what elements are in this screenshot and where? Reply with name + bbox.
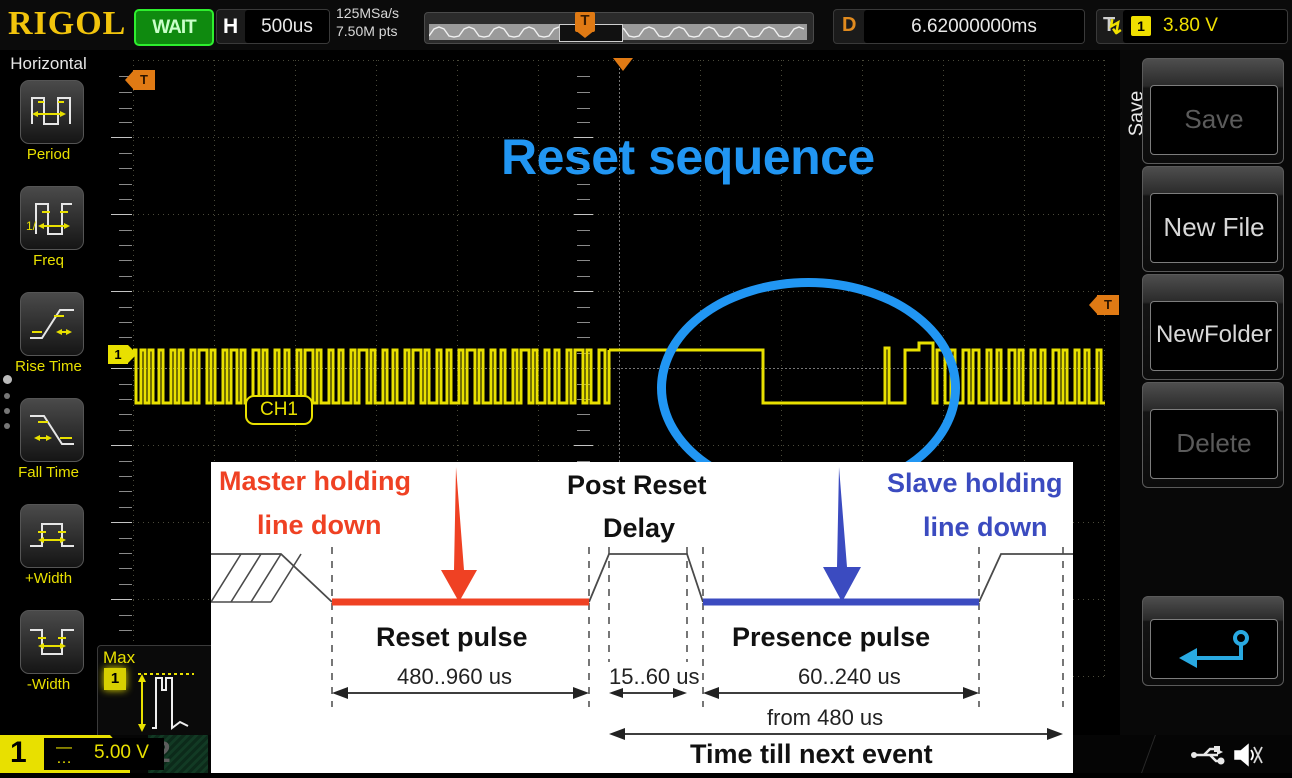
- new-folder-button-label: NewFolder: [1150, 301, 1278, 371]
- usb-icon: [1191, 746, 1225, 765]
- slave-label-line1: Slave holding: [887, 468, 1063, 498]
- annotation-title: Reset sequence: [501, 129, 875, 185]
- from-duration: from 480 us: [767, 705, 884, 730]
- sound-off-icon: [1234, 743, 1263, 767]
- channel1-settings[interactable]: —… 5.00 V: [44, 738, 164, 770]
- dc-coupling-icon: —…: [56, 739, 72, 767]
- fall-time-icon: [30, 415, 74, 445]
- scroll-dots: [3, 375, 13, 438]
- channel1-scale: 5.00 V: [94, 742, 149, 763]
- sidebar-label-period: Period: [26, 146, 71, 163]
- svg-text:1/: 1/: [26, 219, 37, 233]
- top-status-bar: RIGOL WAIT H 500us 125MSa/s 7.50M pts T …: [0, 0, 1292, 51]
- save-button[interactable]: Save: [1142, 58, 1284, 164]
- post-reset-label-line2: Delay: [603, 513, 676, 543]
- time-till-next-event-label: Time till next event: [690, 739, 933, 769]
- post-delay-duration: 15..60 us: [609, 664, 700, 689]
- back-button-face: [1150, 619, 1278, 679]
- sidebar-label-positive-width: +Width: [24, 570, 73, 587]
- master-label-line1: Master holding: [219, 466, 412, 496]
- oscilloscope-screen: RIGOL WAIT H 500us 125MSa/s 7.50M pts T …: [0, 0, 1292, 773]
- sidebar-item-positive-width[interactable]: [20, 504, 84, 568]
- negative-width-icon: [30, 629, 74, 655]
- vertical-ruler-left: [97, 60, 133, 677]
- delay-label: D: [842, 14, 857, 36]
- sidebar-label-rise-time: Rise Time: [15, 358, 82, 375]
- delay-box[interactable]: D 6.62000000ms: [833, 9, 1085, 44]
- delete-button[interactable]: Delete: [1142, 382, 1284, 488]
- delete-button-label: Delete: [1150, 409, 1278, 479]
- post-reset-label-line1: Post Reset: [567, 470, 707, 500]
- left-measure-sidebar: Horizontal Period 1/ Freq Rise Time Fall…: [0, 50, 98, 735]
- period-icon: [31, 97, 71, 125]
- sidebar-item-rise-time[interactable]: [20, 292, 84, 356]
- channel1-label[interactable]: CH1: [245, 395, 313, 425]
- new-file-button[interactable]: New File: [1142, 166, 1284, 272]
- max-measure-icon: [138, 673, 194, 732]
- horizontal-scale-box[interactable]: H 500us: [216, 9, 330, 44]
- bottom-bar-divider: [1141, 735, 1156, 773]
- slave-label-line2: line down: [923, 512, 1048, 542]
- rigol-logo: RIGOL: [8, 5, 127, 42]
- measurement-channel-badge: 1: [104, 668, 126, 690]
- memory-position-preview[interactable]: [424, 12, 814, 44]
- reset-pulse-label: Reset pulse: [376, 622, 528, 652]
- new-folder-button[interactable]: NewFolder: [1142, 274, 1284, 380]
- sidebar-item-fall-time[interactable]: [20, 398, 84, 462]
- sidebar-label-negative-width: -Width: [26, 676, 71, 693]
- measurement-mode: Max: [103, 648, 136, 667]
- trigger-position-flag: T: [575, 12, 595, 38]
- sample-rate: 125MSa/s: [336, 5, 400, 21]
- presence-pulse-duration: 60..240 us: [798, 664, 901, 689]
- master-label-line2: line down: [257, 510, 382, 540]
- presence-pulse-label: Presence pulse: [732, 622, 931, 652]
- trigger-source-badge: 1: [1131, 16, 1151, 36]
- sidebar-title: Horizontal: [10, 54, 87, 73]
- timing-diagram-svg: [210, 467, 1073, 740]
- trigger-level-value: 3.80 V: [1163, 15, 1218, 36]
- positive-width-icon: [30, 523, 74, 547]
- run-status-badge[interactable]: WAIT: [134, 9, 214, 46]
- memory-depth: 7.50M pts: [336, 23, 398, 39]
- back-button[interactable]: [1142, 596, 1284, 686]
- horizontal-scale-value: 500us: [245, 10, 329, 43]
- rising-edge-icon: ↯: [1107, 17, 1124, 39]
- delay-value: 6.62000000ms: [864, 10, 1084, 43]
- frequency-icon: 1/: [26, 203, 72, 235]
- sidebar-item-freq[interactable]: 1/: [20, 186, 84, 250]
- reset-pulse-duration: 480..960 us: [397, 664, 512, 689]
- sidebar-label-freq: Freq: [33, 252, 64, 269]
- channel1-number: 1: [10, 736, 27, 769]
- channel1-ground-marker[interactable]: 1: [108, 345, 137, 364]
- right-menu-sidebar: Save Save New File NewFolder Delete: [1120, 50, 1292, 735]
- timing-diagram-overlay: Master holding line down Post Reset Dela…: [210, 462, 1073, 773]
- sidebar-item-negative-width[interactable]: [20, 610, 84, 674]
- horizontal-label: H: [223, 15, 239, 38]
- rise-time-icon: [30, 309, 74, 339]
- new-file-button-label: New File: [1150, 193, 1278, 263]
- sidebar-item-period[interactable]: [20, 80, 84, 144]
- sidebar-label-fall-time: Fall Time: [18, 464, 79, 481]
- return-arrow-icon: [1179, 630, 1249, 668]
- save-button-label: Save: [1150, 85, 1278, 155]
- trigger-box[interactable]: T ↯ 1 3.80 V: [1096, 9, 1288, 44]
- acquisition-info: 125MSa/s 7.50M pts: [336, 4, 399, 40]
